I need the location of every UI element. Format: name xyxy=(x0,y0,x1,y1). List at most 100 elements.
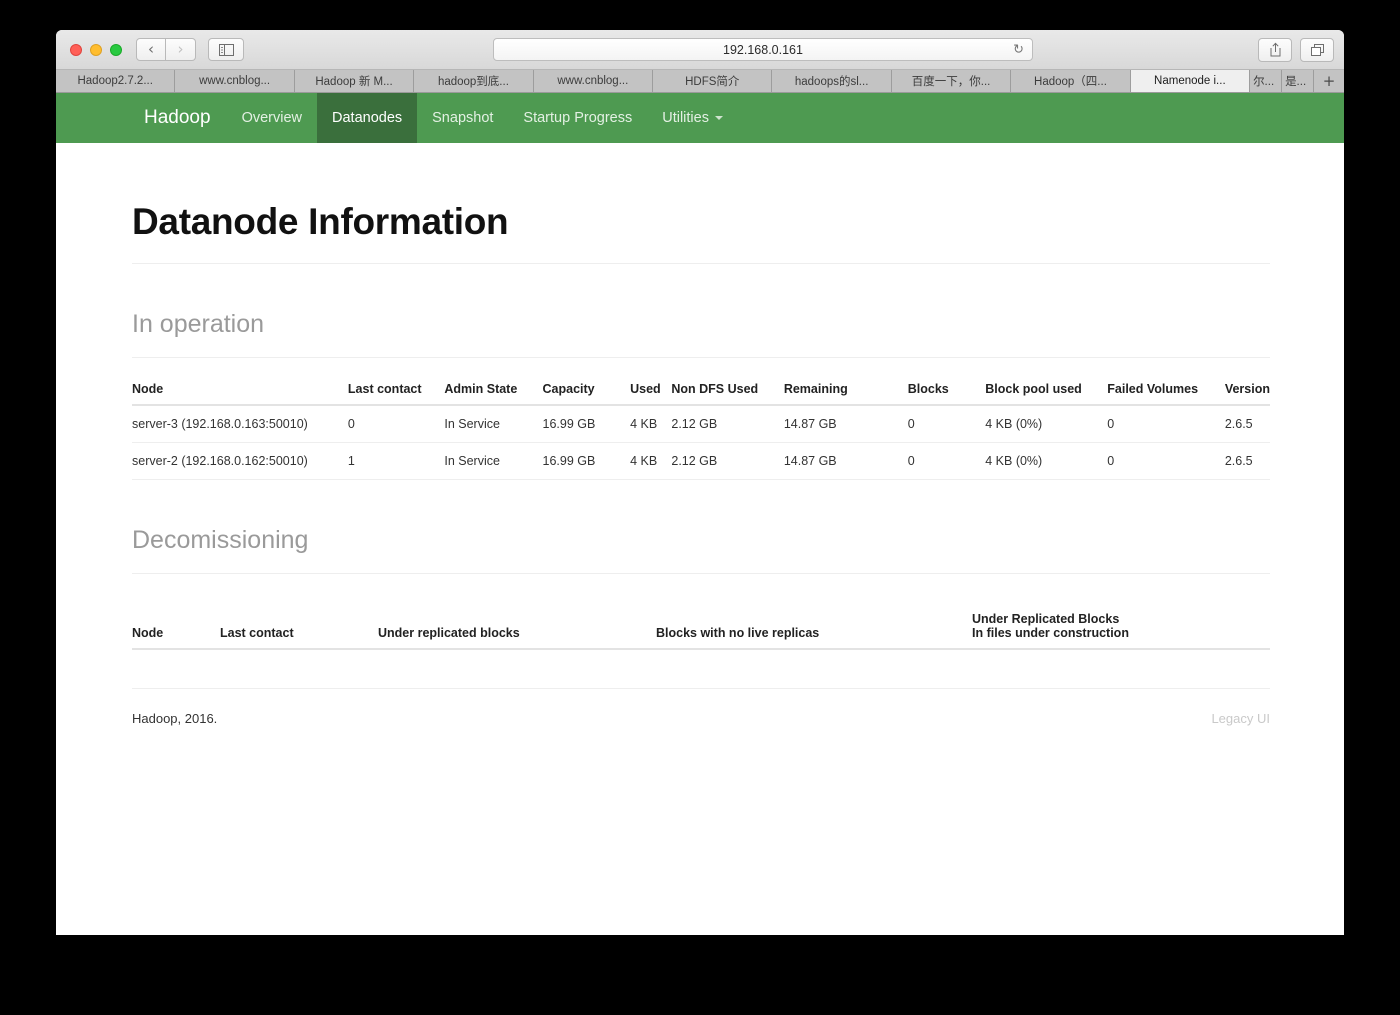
new-tab-button[interactable]: + xyxy=(1314,70,1344,92)
column-header-last-contact[interactable]: Last contact xyxy=(347,374,445,406)
brand-logo[interactable]: Hadoop xyxy=(128,93,227,143)
browser-tab[interactable]: 百度一下，你... xyxy=(891,70,1012,92)
cell-remaining: 14.87 GB xyxy=(783,442,908,480)
column-header-under-replicated-in-files-under-construction[interactable]: Under Replicated Blocks In files under c… xyxy=(972,604,1270,650)
column-header-non-dfs-used[interactable]: Non DFS Used xyxy=(671,374,784,406)
cell-last-contact: 0 xyxy=(347,405,445,443)
browser-tab[interactable]: 是... xyxy=(1282,70,1315,92)
cell-remaining: 14.87 GB xyxy=(783,405,908,443)
cell-admin-state: In Service xyxy=(444,405,543,443)
in-operation-divider xyxy=(132,357,1270,358)
hadoop-navbar: Hadoop Overview Datanodes Snapshot Start… xyxy=(56,93,1344,143)
browser-tab[interactable]: hadoops的sl... xyxy=(772,70,892,92)
tabs-overview-button[interactable] xyxy=(1300,37,1334,62)
back-button[interactable]: ‹ xyxy=(136,38,166,61)
legacy-ui-link[interactable]: Legacy UI xyxy=(1211,711,1270,726)
cell-blocks: 0 xyxy=(907,405,986,443)
column-header-blocks[interactable]: Blocks xyxy=(907,374,986,406)
close-window-button[interactable] xyxy=(70,43,82,56)
table-row: server-2 (192.168.0.162:50010) 1 In Serv… xyxy=(132,442,1270,480)
nav-item-startup-progress[interactable]: Startup Progress xyxy=(508,93,647,143)
reload-icon[interactable]: ↻ xyxy=(1013,43,1024,56)
cell-used: 4 KB xyxy=(630,405,672,443)
browser-window: ‹ › 192.168.0.161 ↻ Hadoop2.7.2... www.c… xyxy=(56,30,1344,935)
browser-tab[interactable]: Hadoop2.7.2... xyxy=(56,70,176,92)
nav-item-datanodes[interactable]: Datanodes xyxy=(317,93,418,143)
column-header-block-pool-used[interactable]: Block pool used xyxy=(985,374,1108,406)
table-header-row: Node Last contact Admin State Capacity U… xyxy=(132,374,1270,406)
cell-block-pool-used: 4 KB (0%) xyxy=(985,442,1108,480)
page-title: Datanode Information xyxy=(132,201,509,242)
column-header-used[interactable]: Used xyxy=(630,374,672,406)
chevron-right-icon: › xyxy=(177,40,184,58)
column-header-blocks-no-live-replicas[interactable]: Blocks with no live replicas xyxy=(656,604,972,650)
sidebar-toggle-button[interactable] xyxy=(208,38,244,61)
browser-toolbar: ‹ › 192.168.0.161 ↻ xyxy=(56,30,1344,70)
cell-block-pool-used: 4 KB (0%) xyxy=(985,405,1108,443)
decomissioning-table: Node Last contact Under replicated block… xyxy=(132,604,1270,650)
browser-tab[interactable]: HDFS简介 xyxy=(653,70,773,92)
table-row: server-3 (192.168.0.163:50010) 0 In Serv… xyxy=(132,405,1270,443)
cell-capacity: 16.99 GB xyxy=(542,405,631,443)
share-icon xyxy=(1270,42,1280,57)
chevron-left-icon: ‹ xyxy=(148,40,154,58)
cell-failed-volumes: 0 xyxy=(1107,405,1225,443)
browser-tab[interactable]: 尔... xyxy=(1250,70,1283,92)
maximize-window-button[interactable] xyxy=(110,43,122,56)
decomissioning-divider xyxy=(132,573,1270,574)
share-button[interactable] xyxy=(1258,37,1292,62)
column-header-under-replicated-blocks[interactable]: Under replicated blocks xyxy=(378,604,656,650)
chevron-down-icon xyxy=(714,116,723,120)
nav-item-overview[interactable]: Overview xyxy=(227,93,317,143)
cell-version: 2.6.5 xyxy=(1224,442,1270,480)
footer-copyright: Hadoop, 2016. xyxy=(132,711,218,726)
nav-item-snapshot[interactable]: Snapshot xyxy=(417,93,508,143)
browser-tab[interactable]: hadoop到底... xyxy=(414,70,534,92)
cell-last-contact: 1 xyxy=(347,442,445,480)
window-controls xyxy=(70,43,122,56)
sidebar-icon xyxy=(218,43,234,56)
tab-strip: Hadoop2.7.2... www.cnblog... Hadoop 新 M.… xyxy=(56,70,1344,93)
browser-tab-active[interactable]: Namenode i... xyxy=(1130,70,1251,92)
browser-tab[interactable]: Hadoop 新 M... xyxy=(294,70,415,92)
cell-failed-volumes: 0 xyxy=(1107,442,1225,480)
cell-capacity: 16.99 GB xyxy=(542,442,631,480)
footer-divider xyxy=(132,688,1270,689)
table-header-row: Node Last contact Under replicated block… xyxy=(132,604,1270,650)
nav-item-utilities-label: Utilities xyxy=(662,110,709,126)
column-header-admin-state[interactable]: Admin State xyxy=(444,374,543,406)
navigation-buttons: ‹ › xyxy=(136,38,196,61)
cell-admin-state: In Service xyxy=(444,442,543,480)
page-content: Datanode Information In operation Node L… xyxy=(56,143,1344,935)
column-header-last-contact[interactable]: Last contact xyxy=(220,604,378,650)
decomissioning-heading: Decomissioning xyxy=(132,526,309,554)
cell-version: 2.6.5 xyxy=(1224,405,1270,443)
address-bar[interactable]: 192.168.0.161 ↻ xyxy=(493,38,1033,61)
header-line-2: In files under construction xyxy=(972,626,1129,640)
cell-node[interactable]: server-2 (192.168.0.162:50010) xyxy=(132,442,348,480)
minimize-window-button[interactable] xyxy=(90,43,102,56)
title-divider xyxy=(132,263,1270,264)
browser-tab[interactable]: www.cnblog... xyxy=(175,70,295,92)
column-header-capacity[interactable]: Capacity xyxy=(542,374,631,406)
toolbar-right-buttons xyxy=(1258,37,1334,62)
cell-non-dfs-used: 2.12 GB xyxy=(671,442,784,480)
forward-button[interactable]: › xyxy=(166,38,196,61)
nav-item-utilities[interactable]: Utilities xyxy=(647,93,738,143)
in-operation-table: Node Last contact Admin State Capacity U… xyxy=(132,374,1270,480)
column-header-node[interactable]: Node xyxy=(132,604,220,650)
cell-blocks: 0 xyxy=(907,442,986,480)
browser-tab[interactable]: www.cnblog... xyxy=(533,70,654,92)
page-footer: Hadoop, 2016. Legacy UI xyxy=(132,711,1270,726)
cell-node[interactable]: server-3 (192.168.0.163:50010) xyxy=(132,405,348,443)
column-header-failed-volumes[interactable]: Failed Volumes xyxy=(1107,374,1225,406)
url-text: 192.168.0.161 xyxy=(723,42,803,57)
tabs-overview-icon xyxy=(1310,43,1324,56)
column-header-remaining[interactable]: Remaining xyxy=(783,374,908,406)
in-operation-heading: In operation xyxy=(132,310,265,338)
header-line-1: Under Replicated Blocks xyxy=(972,612,1120,626)
column-header-version[interactable]: Version xyxy=(1224,374,1270,406)
cell-used: 4 KB xyxy=(630,442,672,480)
column-header-node[interactable]: Node xyxy=(132,374,348,406)
browser-tab[interactable]: Hadoop（四... xyxy=(1011,70,1131,92)
